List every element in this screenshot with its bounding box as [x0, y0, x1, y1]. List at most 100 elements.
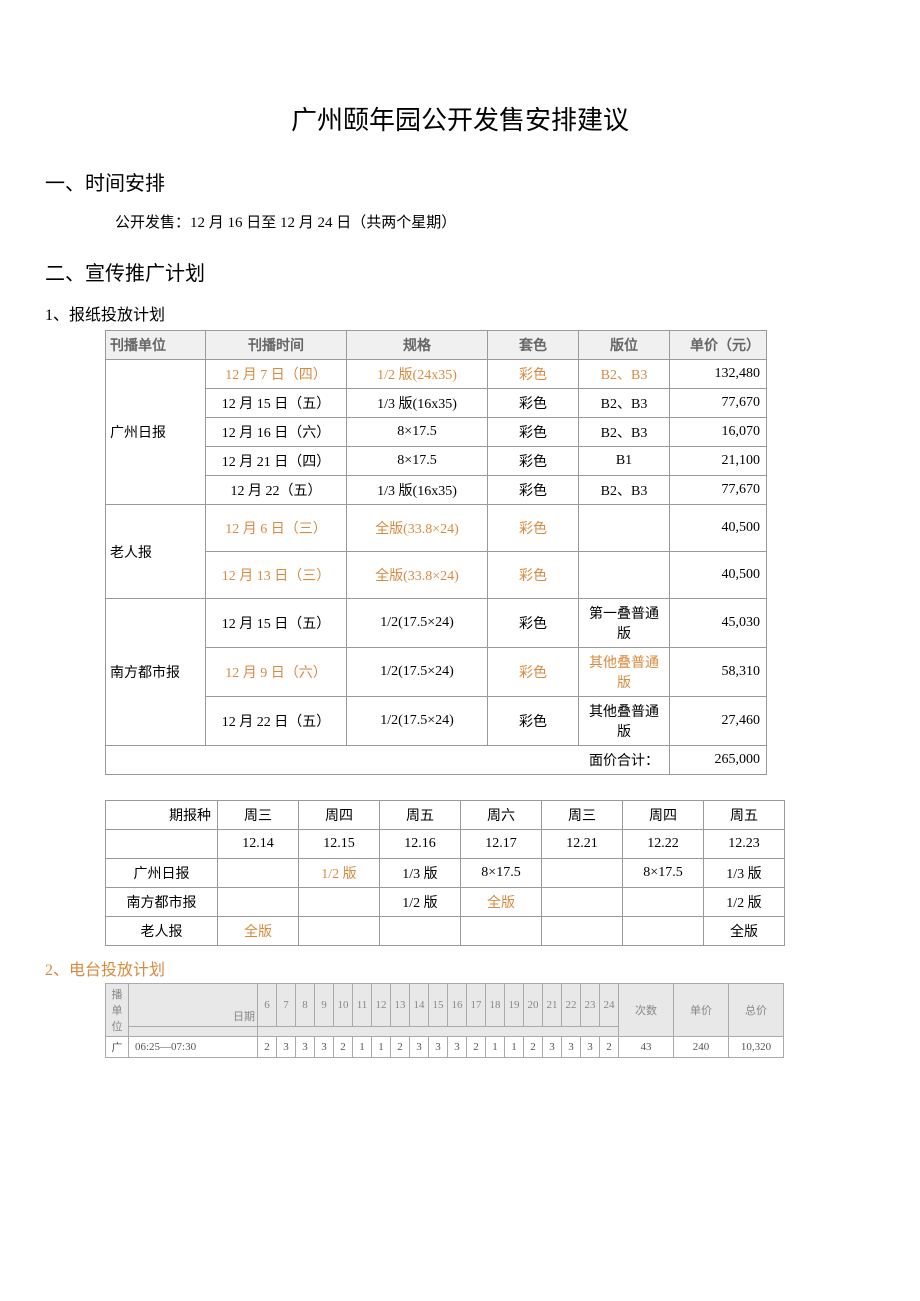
table-row: 12 月 15 日（五）1/3 版(16x35)彩色B2、B377,670	[106, 389, 767, 418]
spec-cell: 1/3 版(16x35)	[347, 389, 488, 418]
matrix-cell	[623, 917, 704, 946]
date-col: 12.23	[704, 830, 785, 859]
section-1-heading: 一、时间安排	[45, 167, 875, 196]
pos-cell: 其他叠普通版	[579, 648, 670, 697]
pos-cell	[579, 552, 670, 599]
date-col: 12.22	[623, 830, 704, 859]
d: 6	[258, 984, 277, 1027]
matrix-cell	[623, 888, 704, 917]
date-col: 12.16	[380, 830, 461, 859]
date-col: 12.17	[461, 830, 542, 859]
price-cell: 45,030	[670, 599, 767, 648]
table-row: 老人报12 月 6 日（三）全版(33.8×24)彩色40,500	[106, 505, 767, 552]
page-title: 广州颐年园公开发售安排建议	[45, 100, 875, 137]
publisher-cell: 老人报	[106, 505, 206, 599]
th-unit: 单价	[674, 984, 729, 1037]
time-cell: 12 月 21 日（四）	[206, 447, 347, 476]
time-cell: 12 月 9 日（六）	[206, 648, 347, 697]
matrix-cell: 1/3 版	[380, 859, 461, 888]
price-cell: 77,670	[670, 476, 767, 505]
sale-prefix: 公开发售：	[115, 215, 190, 231]
v: 1	[372, 1037, 391, 1058]
day-col: 周六	[461, 801, 542, 830]
d: 19	[505, 984, 524, 1027]
spec-cell: 1/3 版(16x35)	[347, 476, 488, 505]
radio-table: 播 单 位 日期 6 7 8 9 10 11 12 13 14 15 16 17…	[105, 983, 784, 1058]
color-cell: 彩色	[488, 447, 579, 476]
spec-cell: 8×17.5	[347, 418, 488, 447]
color-cell: 彩色	[488, 697, 579, 746]
v: 1	[505, 1037, 524, 1058]
spec-cell: 1/2 版(24x35)	[347, 360, 488, 389]
newspaper-table: 刊播单位 刊播时间 规格 套色 版位 单价（元） 广州日报12 月 7 日（四）…	[105, 330, 767, 775]
table-header-row: 刊播单位 刊播时间 规格 套色 版位 单价（元）	[106, 331, 767, 360]
time-cell: 12 月 7 日（四）	[206, 360, 347, 389]
v: 2	[334, 1037, 353, 1058]
d: 18	[486, 984, 505, 1027]
color-cell: 彩色	[488, 476, 579, 505]
color-cell: 彩色	[488, 360, 579, 389]
th-publisher: 刊播单位	[106, 331, 206, 360]
publisher-cell: 南方都市报	[106, 599, 206, 746]
v: 1	[353, 1037, 372, 1058]
color-cell: 彩色	[488, 599, 579, 648]
matrix-cell	[542, 859, 623, 888]
v: 3	[562, 1037, 581, 1058]
matrix-row: 广州日报1/2 版1/3 版8×17.58×17.51/3 版	[106, 859, 785, 888]
v: 1	[486, 1037, 505, 1058]
v: 3	[448, 1037, 467, 1058]
table-row: 12 月 13 日（三）全版(33.8×24)彩色40,500	[106, 552, 767, 599]
spec-cell: 全版(33.8×24)	[347, 552, 488, 599]
day-col: 周三	[542, 801, 623, 830]
total-label: 面价合计：	[106, 746, 670, 775]
count: 43	[619, 1037, 674, 1058]
price-cell: 16,070	[670, 418, 767, 447]
empty	[129, 1026, 258, 1036]
publisher-cell: 广州日报	[106, 360, 206, 505]
price-cell: 21,100	[670, 447, 767, 476]
spec-cell: 1/2(17.5×24)	[347, 648, 488, 697]
v: 3	[315, 1037, 334, 1058]
subsection-newspaper: 1、报纸投放计划	[45, 301, 875, 325]
day-col: 周四	[623, 801, 704, 830]
pos-cell: 其他叠普通版	[579, 697, 670, 746]
sale-dates: 12 月 16 日至 12 月 24 日（共两个星期）	[190, 215, 456, 231]
radio-header-row: 播 单 位 日期 6 7 8 9 10 11 12 13 14 15 16 17…	[106, 984, 784, 1027]
d: 20	[524, 984, 543, 1027]
price-cell: 132,480	[670, 360, 767, 389]
matrix-cell: 1/3 版	[704, 859, 785, 888]
d: 16	[448, 984, 467, 1027]
price-cell: 77,670	[670, 389, 767, 418]
table-row: 12 月 9 日（六）1/2(17.5×24)彩色其他叠普通版58,310	[106, 648, 767, 697]
matrix-row-label: 老人报	[106, 917, 218, 946]
matrix-row-label: 广州日报	[106, 859, 218, 888]
d: 21	[543, 984, 562, 1027]
matrix-cell	[299, 888, 380, 917]
matrix-cell	[542, 917, 623, 946]
time-cell: 12 月 6 日（三）	[206, 505, 347, 552]
pos-cell: B1	[579, 447, 670, 476]
date-col: 12.21	[542, 830, 623, 859]
matrix-cell	[542, 888, 623, 917]
spec-cell: 8×17.5	[347, 447, 488, 476]
t: 位	[112, 1021, 123, 1033]
color-cell: 彩色	[488, 505, 579, 552]
d: 7	[277, 984, 296, 1027]
time-cell: 12 月 22（五）	[206, 476, 347, 505]
th-price: 单价（元）	[670, 331, 767, 360]
timeslot: 06:25—07:30	[129, 1037, 258, 1058]
subsection-radio: 2、电台投放计划	[45, 956, 875, 980]
sale-period: 公开发售：12 月 16 日至 12 月 24 日（共两个星期）	[115, 211, 875, 232]
v: 2	[524, 1037, 543, 1058]
day-col: 周三	[218, 801, 299, 830]
table-row: 12 月 22（五）1/3 版(16x35)彩色B2、B377,670	[106, 476, 767, 505]
d: 14	[410, 984, 429, 1027]
matrix-cell: 1/2 版	[299, 859, 380, 888]
matrix-cell	[380, 917, 461, 946]
matrix-cell: 8×17.5	[623, 859, 704, 888]
pos-cell	[579, 505, 670, 552]
v: 3	[410, 1037, 429, 1058]
radio-data-row: 广 06:25—07:30 2 3 3 3 2 1 1 2 3 3 3 2 1 …	[106, 1037, 784, 1058]
d: 22	[562, 984, 581, 1027]
matrix-cell	[461, 917, 542, 946]
